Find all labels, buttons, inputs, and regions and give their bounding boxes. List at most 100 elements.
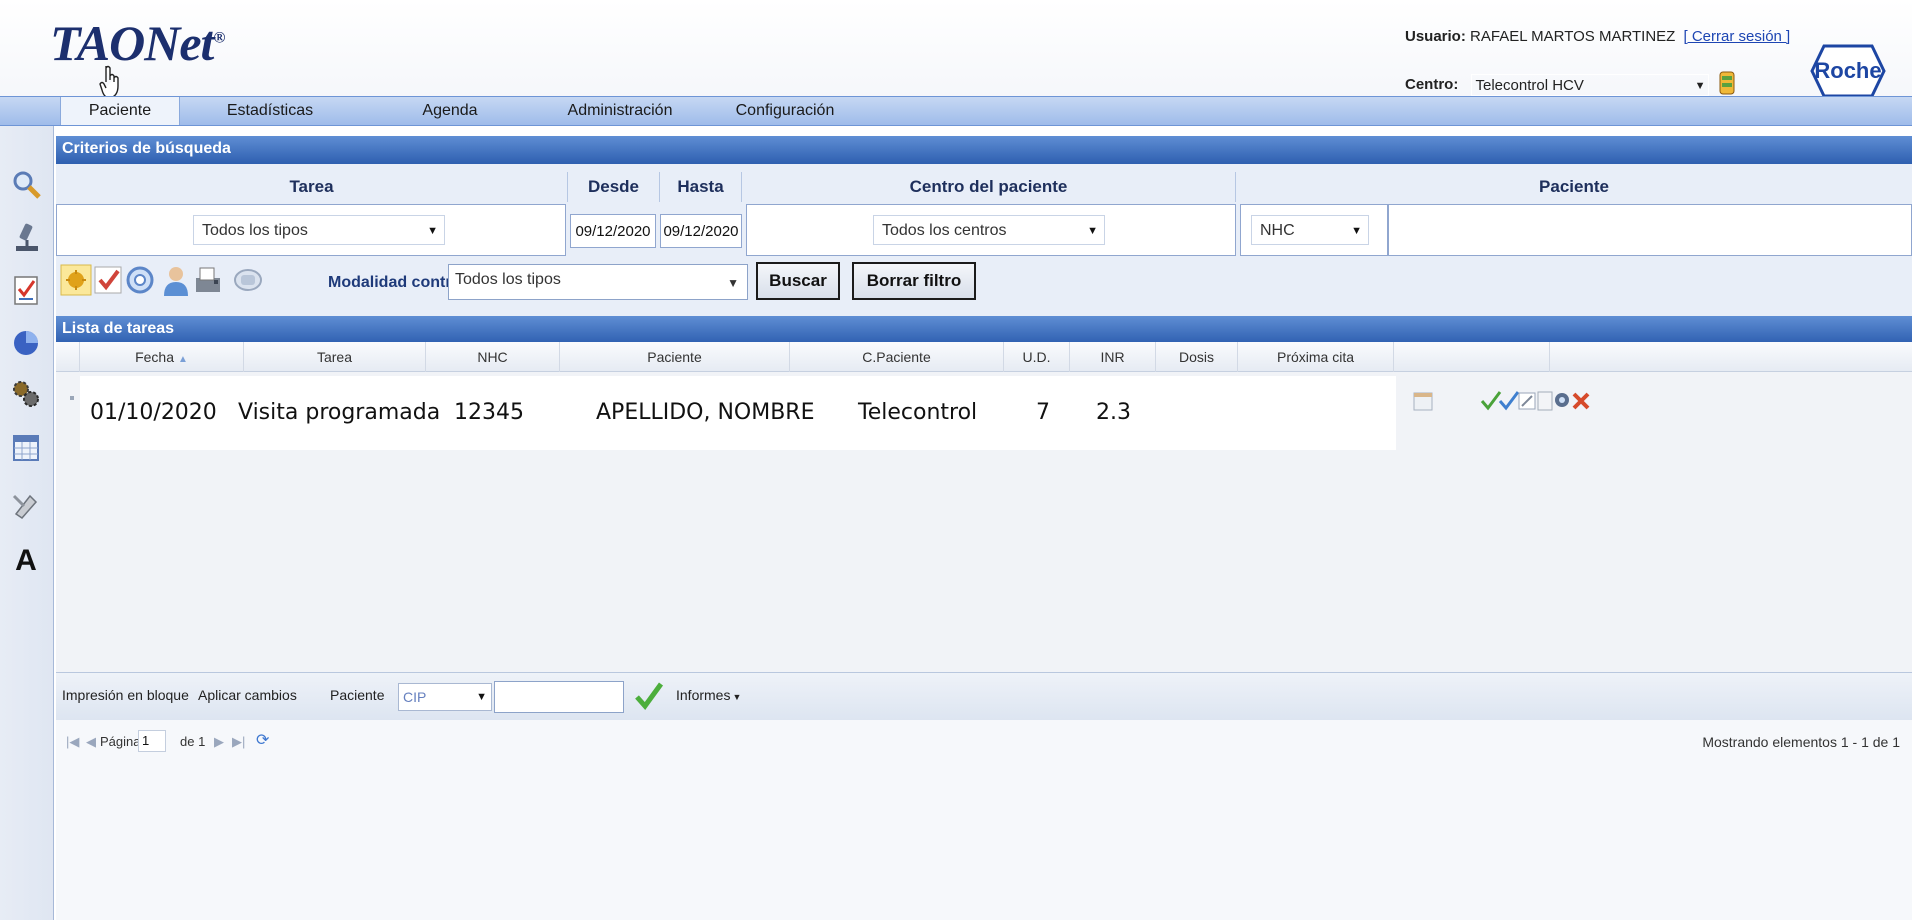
refresh-icon[interactable]: ⟳ — [256, 730, 269, 750]
criteria-label-hasta: Hasta — [660, 172, 742, 202]
col-actions — [1394, 342, 1550, 372]
tarea-cell: Todos los tipos ▼ — [56, 204, 566, 256]
logout-link[interactable]: [ Cerrar sesión ] — [1684, 28, 1791, 45]
print-block-button[interactable]: Impresión en bloque — [62, 687, 189, 703]
filter-toolbar: Modalidad control Todos los tipos ▼ Busca… — [56, 252, 1912, 314]
chevron-down-icon: ▼ — [427, 225, 438, 237]
col-proxima-cita[interactable]: Próxima cita — [1238, 342, 1394, 372]
pager-bar: |◀ ◀ Página 1 de 1 ▶ ▶| ⟳ Mostrando elem… — [56, 720, 1912, 920]
cell-tarea: Visita programada — [238, 400, 441, 425]
col-dosis[interactable]: Dosis — [1156, 342, 1238, 372]
microscope-icon[interactable] — [10, 222, 42, 254]
menu-agenda[interactable]: Agenda — [400, 97, 500, 125]
chevron-down-icon: ▼ — [727, 276, 739, 290]
checklist-icon[interactable] — [10, 274, 42, 306]
apply-changes-button[interactable]: Aplicar cambios — [198, 687, 297, 703]
hand-cursor-icon — [99, 65, 119, 99]
col-tarea[interactable]: Tarea — [244, 342, 426, 372]
person-icon[interactable] — [160, 264, 192, 296]
clear-filter-button[interactable]: Borrar filtro — [852, 262, 976, 300]
page-of-label: de 1 — [180, 734, 206, 749]
apply-check-icon[interactable] — [634, 681, 664, 711]
tasks-grid: Fecha ▲ Tarea NHC Paciente C.Paciente U.D… — [56, 342, 1912, 672]
col-fecha[interactable]: Fecha ▲ — [80, 342, 244, 372]
chevron-down-icon: ▼ — [732, 692, 742, 702]
menu-configuracion[interactable]: Configuración — [715, 97, 855, 125]
warning-icon[interactable] — [60, 264, 92, 296]
cell-inr: 2.3 — [1096, 400, 1131, 425]
page-number-input[interactable]: 1 — [138, 730, 166, 752]
support-icon[interactable] — [124, 264, 156, 296]
bulk-actions-toolbar: Impresión en bloque Aplicar cambios Paci… — [56, 672, 1912, 720]
patient-id-input[interactable] — [494, 681, 624, 713]
desde-date-input[interactable]: 09/12/2020 — [570, 214, 656, 248]
search-icon[interactable] — [10, 168, 42, 200]
reports-menu[interactable]: Informes ▼ — [676, 687, 741, 703]
paciente-type-select[interactable]: NHC ▼ — [1251, 215, 1369, 245]
grid-header-row: Fecha ▲ Tarea NHC Paciente C.Paciente U.D… — [56, 342, 1912, 372]
chevron-down-icon: ▼ — [1351, 225, 1362, 237]
tarea-select[interactable]: Todos los tipos ▼ — [193, 215, 445, 245]
roche-logo: Roche — [1810, 44, 1886, 98]
col-nhc[interactable]: NHC — [426, 342, 560, 372]
cell-paciente: APELLIDO, NOMBRE — [596, 400, 815, 425]
col-c-paciente[interactable]: C.Paciente — [790, 342, 1004, 372]
modalidad-select[interactable]: Todos los tipos ▼ — [448, 264, 748, 300]
phone-icon[interactable] — [232, 264, 264, 296]
paciente-input[interactable] — [1388, 204, 1912, 256]
tools-icon[interactable] — [10, 488, 42, 520]
chevron-down-icon: ▼ — [476, 691, 487, 703]
app-logo[interactable]: TAONet® — [50, 14, 225, 72]
delete-icon[interactable] — [1570, 390, 1592, 412]
gears-icon[interactable] — [10, 378, 42, 410]
chevron-down-icon: ▼ — [1087, 225, 1098, 237]
tasks-header: Lista de tareas — [56, 316, 1912, 344]
main-menu: Paciente Estadísticas Agenda Administrac… — [0, 96, 1912, 126]
sort-ascending-icon: ▲ — [178, 354, 188, 365]
first-page-icon[interactable]: |◀ — [66, 734, 79, 750]
col-ud[interactable]: U.D. — [1004, 342, 1070, 372]
cell-fecha: 01/10/2020 — [90, 400, 217, 425]
chevron-down-icon: ▼ — [1694, 80, 1706, 92]
grid-body: 01/10/2020 Visita programada 12345 APELL… — [56, 372, 1912, 672]
paciente-type-cell: NHC ▼ — [1240, 204, 1388, 256]
col-paciente[interactable]: Paciente — [560, 342, 790, 372]
check-icon[interactable] — [92, 264, 124, 296]
database-icon[interactable] — [1718, 70, 1736, 96]
cell-nhc: 12345 — [454, 400, 524, 425]
criteria-label-centro: Centro del paciente — [742, 172, 1236, 202]
font-icon[interactable]: A — [10, 542, 42, 574]
prev-page-icon[interactable]: ◀ — [86, 734, 96, 750]
page-label: Página — [100, 734, 141, 749]
svg-text:Roche: Roche — [1814, 58, 1881, 83]
user-info: Usuario: RAFAEL MARTOS MARTINEZ [ Cerrar… — [1405, 28, 1791, 45]
menu-paciente[interactable]: Paciente — [60, 97, 180, 125]
centro-paciente-select[interactable]: Todos los centros ▼ — [873, 215, 1105, 245]
hasta-date-input[interactable]: 09/12/2020 — [660, 214, 742, 248]
criteria-label-paciente: Paciente — [1539, 177, 1609, 196]
patient-id-type-select[interactable]: CIP ▼ — [398, 683, 492, 711]
menu-estadisticas[interactable]: Estadísticas — [210, 97, 330, 125]
col-inr[interactable]: INR — [1070, 342, 1156, 372]
cell-c-paciente: Telecontrol — [858, 400, 978, 425]
left-icon-rail: A — [0, 126, 54, 920]
table-row[interactable]: 01/10/2020 Visita programada 12345 APELL… — [80, 376, 1396, 450]
row-marker — [70, 396, 74, 400]
criteria-label-tarea: Tarea — [56, 172, 568, 202]
centro-select[interactable]: Telecontrol HCV ▼ — [1470, 74, 1709, 96]
next-page-icon[interactable]: ▶ — [214, 734, 224, 750]
pie-chart-icon[interactable] — [10, 326, 42, 358]
paciente-label: Paciente — [330, 687, 385, 703]
cell-ud: 7 — [1036, 400, 1050, 425]
search-button[interactable]: Buscar — [756, 262, 840, 300]
col-spacer — [56, 342, 80, 372]
calendar-icon[interactable] — [1412, 390, 1434, 412]
calendar-grid-icon[interactable] — [10, 432, 42, 464]
display-info: Mostrando elementos 1 - 1 de 1 — [1702, 734, 1900, 750]
svg-text:A: A — [15, 544, 37, 574]
centro-cell: Todos los centros ▼ — [746, 204, 1236, 256]
fax-icon[interactable] — [192, 264, 224, 296]
last-page-icon[interactable]: ▶| — [232, 734, 245, 750]
criteria-header: Criterios de búsqueda — [56, 136, 1912, 164]
menu-administracion[interactable]: Administración — [545, 97, 695, 125]
